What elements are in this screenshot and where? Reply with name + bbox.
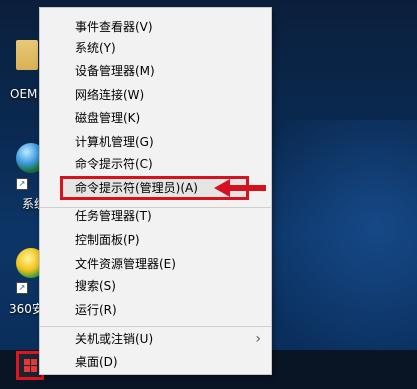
chevron-right-icon: › <box>255 331 261 347</box>
menu-item-computer-management[interactable]: 计算机管理(G) <box>40 132 271 153</box>
windows-logo-icon <box>24 359 37 372</box>
menu-item-file-explorer[interactable]: 文件资源管理器(E) <box>40 254 271 275</box>
menu-item-disk-management[interactable]: 磁盘管理(K) <box>40 108 271 129</box>
red-arrow-annotation-icon <box>214 179 266 197</box>
menu-item-command-prompt[interactable]: 命令提示符(C) <box>40 154 271 175</box>
menu-item-desktop[interactable]: 桌面(D) <box>40 352 271 373</box>
menu-item-network-connections[interactable]: 网络连接(W) <box>40 85 271 106</box>
shortcut-arrow-icon: ↗ <box>16 282 28 294</box>
menu-item-search[interactable]: 搜索(S) <box>40 276 271 297</box>
menu-item-run[interactable]: 运行(R) <box>40 300 271 321</box>
menu-item-device-manager[interactable]: 设备管理器(M) <box>40 61 271 82</box>
menu-item-label: 关机或注销(U) <box>75 332 154 346</box>
menu-separator <box>40 326 271 327</box>
desktop-icon-360[interactable]: ↗ 360安 <box>0 0 46 320</box>
menu-item-system[interactable]: 系统(Y) <box>40 38 271 59</box>
menu-item-task-manager[interactable]: 任务管理器(T) <box>40 206 271 227</box>
menu-item-shutdown-signout[interactable]: 关机或注销(U) › <box>40 329 271 350</box>
desktop-background-glow <box>250 120 417 380</box>
menu-item-event-viewer[interactable]: 事件查看器(V) <box>40 17 271 38</box>
menu-item-control-panel[interactable]: 控制面板(P) <box>40 230 271 251</box>
